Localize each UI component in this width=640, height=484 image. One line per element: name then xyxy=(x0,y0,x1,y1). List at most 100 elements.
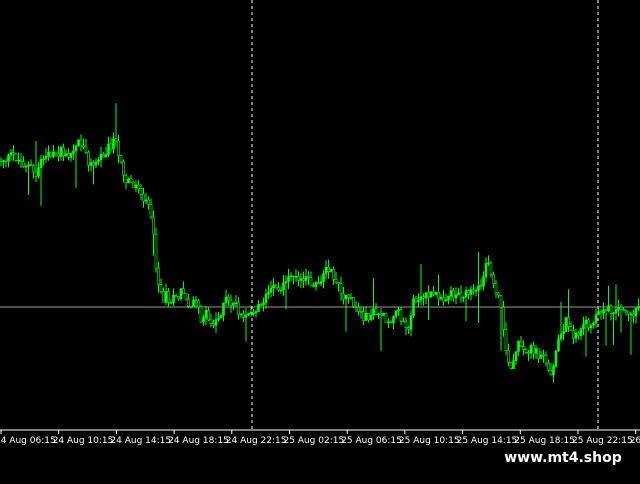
candle-body-48 xyxy=(119,155,123,163)
candle-body-19 xyxy=(47,151,50,157)
candle-body-244 xyxy=(609,305,613,314)
candle-body-41 xyxy=(102,154,105,158)
candle-body-85 xyxy=(212,323,215,326)
candle-body-62 xyxy=(154,233,158,269)
candle-body-189 xyxy=(472,289,475,292)
candle-body-155 xyxy=(387,321,390,324)
candle-body-77 xyxy=(192,299,195,307)
candle-body-121 xyxy=(302,278,305,281)
candle-body-131 xyxy=(327,266,330,272)
candle-body-120 xyxy=(299,278,303,281)
candle-body-94 xyxy=(234,302,238,305)
candle-body-69 xyxy=(172,294,175,304)
candle-body-68 xyxy=(169,302,173,304)
candle-body-188 xyxy=(469,289,473,295)
candle-body-115 xyxy=(287,276,290,283)
candle-body-151 xyxy=(377,313,380,316)
candle-body-168 xyxy=(419,296,423,301)
candle-body-199 xyxy=(497,292,500,296)
candle-body-36 xyxy=(89,162,93,166)
candle-body-53 xyxy=(132,182,135,189)
candle-body-75 xyxy=(187,298,190,307)
candle-body-203 xyxy=(507,350,510,363)
candle-body-171 xyxy=(427,292,430,298)
candle-body-0 xyxy=(0,159,3,162)
chart-background xyxy=(0,0,640,480)
candle-body-173 xyxy=(432,291,435,295)
candle-body-42 xyxy=(104,154,108,158)
candle-body-11 xyxy=(27,164,30,167)
candle-body-186 xyxy=(464,290,468,298)
candle-body-133 xyxy=(332,268,335,280)
candle-body-24 xyxy=(59,147,63,157)
candle-body-227 xyxy=(567,317,570,327)
candle-body-5 xyxy=(12,152,15,155)
candle-body-114 xyxy=(284,281,288,284)
candle-body-118 xyxy=(294,275,298,278)
candle-body-66 xyxy=(164,291,168,303)
candle-body-44 xyxy=(109,143,113,150)
price-chart[interactable]: 24 Aug 06:15 24 Aug 10:15 24 Aug 14:15 24 A… xyxy=(0,0,640,480)
candle-body-234 xyxy=(584,319,588,325)
candle-body-182 xyxy=(454,294,458,299)
candle-body-104 xyxy=(259,303,263,306)
candle-body-116 xyxy=(289,275,293,278)
candle-body-240 xyxy=(599,311,603,314)
candle-body-117 xyxy=(292,275,295,278)
candle-body-253 xyxy=(632,313,635,317)
candle-body-207 xyxy=(517,340,520,352)
time-tick-label-1: 24 Aug 10:15 xyxy=(53,436,114,446)
candle-body-100 xyxy=(249,311,253,314)
candle-body-153 xyxy=(382,312,385,316)
candle-body-10 xyxy=(24,165,28,168)
candle-body-78 xyxy=(194,299,198,302)
candle-body-142 xyxy=(354,306,358,308)
candle-body-87 xyxy=(217,317,220,320)
candle-body-164 xyxy=(409,315,413,330)
candle-body-93 xyxy=(232,302,235,306)
candle-body-98 xyxy=(244,314,248,318)
candle-body-46 xyxy=(114,138,118,142)
candle-body-6 xyxy=(14,153,18,161)
candle-body-49 xyxy=(122,161,125,176)
candle-body-54 xyxy=(134,184,138,189)
time-tick-label-5: 25 Aug 02:15 xyxy=(284,436,345,446)
candle-body-126 xyxy=(314,282,318,287)
candle-body-248 xyxy=(619,306,623,310)
candle-body-228 xyxy=(569,326,573,331)
candle-body-15 xyxy=(37,167,40,177)
candle-body-135 xyxy=(337,282,340,285)
candle-body-246 xyxy=(614,309,618,314)
candle-body-58 xyxy=(144,199,148,202)
candle-body-224 xyxy=(559,333,563,340)
candle-body-156 xyxy=(389,321,393,324)
candle-body-14 xyxy=(34,171,38,177)
time-tick-label-10: 25 Aug 22:15 xyxy=(572,436,633,446)
candle-body-210 xyxy=(524,349,528,353)
candle-body-160 xyxy=(399,309,403,322)
candlestick-chart[interactable]: 24 Aug 06:1524 Aug 10:1524 Aug 14:1524 A… xyxy=(0,0,640,480)
candle-body-128 xyxy=(319,281,323,284)
candle-body-251 xyxy=(627,311,630,315)
candle-body-183 xyxy=(457,292,460,296)
candle-body-167 xyxy=(417,299,420,302)
candle-body-107 xyxy=(267,291,270,295)
candle-body-32 xyxy=(79,139,83,147)
candle-body-90 xyxy=(224,296,228,304)
candle-body-64 xyxy=(159,284,163,292)
candle-body-34 xyxy=(84,146,88,153)
candle-body-60 xyxy=(149,203,153,218)
candle-body-81 xyxy=(202,317,205,323)
candle-body-175 xyxy=(437,291,440,300)
candle-body-221 xyxy=(552,365,555,376)
candle-body-31 xyxy=(77,139,80,147)
candle-body-217 xyxy=(542,354,545,357)
candle-body-47 xyxy=(117,140,120,157)
candle-body-213 xyxy=(532,345,535,354)
candle-body-211 xyxy=(527,351,530,354)
candle-body-79 xyxy=(197,300,200,308)
candle-body-91 xyxy=(227,296,230,301)
time-tick-label-0: 24 Aug 06:15 xyxy=(0,436,56,446)
candle-body-70 xyxy=(174,294,178,297)
candle-body-180 xyxy=(449,290,453,297)
